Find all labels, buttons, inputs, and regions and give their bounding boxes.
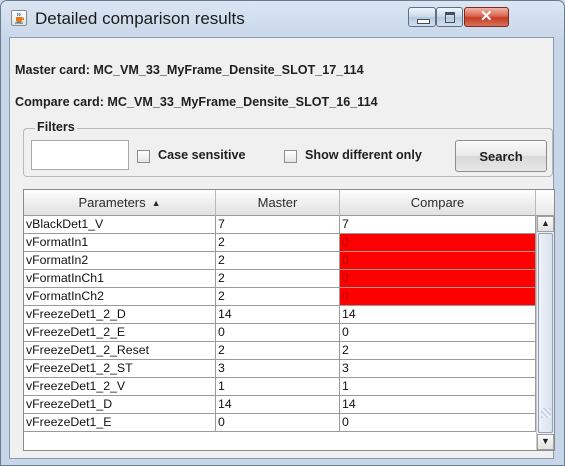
case-sensitive-label[interactable]: Case sensitive bbox=[158, 148, 246, 162]
cell-compare[interactable]: 0 bbox=[340, 288, 536, 306]
cell-master[interactable]: 2 bbox=[216, 234, 340, 252]
minimize-button[interactable] bbox=[408, 7, 436, 27]
cell-parameter[interactable]: vFormatInCh2 bbox=[24, 288, 216, 306]
table-row[interactable]: vFormatIn2 2 0 bbox=[24, 252, 536, 270]
filters-legend: Filters bbox=[35, 120, 77, 134]
sort-ascending-icon: ▲ bbox=[151, 198, 161, 208]
cell-compare[interactable]: 0 bbox=[340, 270, 536, 288]
cell-master[interactable]: 2 bbox=[216, 270, 340, 288]
cell-parameter[interactable]: vFreezeDet1_E bbox=[24, 414, 216, 432]
show-different-only-label[interactable]: Show different only bbox=[305, 148, 422, 162]
cell-parameter[interactable]: vFormatIn1 bbox=[24, 234, 216, 252]
cell-compare[interactable]: 7 bbox=[340, 216, 536, 234]
scroll-down-button[interactable]: ▼ bbox=[537, 434, 554, 450]
cell-master[interactable]: 2 bbox=[216, 342, 340, 360]
table-row[interactable]: vFreezeDet1_2_D 14 14 bbox=[24, 306, 536, 324]
maximize-icon bbox=[445, 12, 455, 23]
cell-master[interactable]: 0 bbox=[216, 414, 340, 432]
cell-parameter[interactable]: vFreezeDet1_2_V bbox=[24, 378, 216, 396]
table-row[interactable]: vFreezeDet1_D 14 14 bbox=[24, 396, 536, 414]
table-row[interactable]: vFormatInCh2 2 0 bbox=[24, 288, 536, 306]
scroll-up-arrow-icon: ▲ bbox=[541, 218, 550, 228]
cell-master[interactable]: 7 bbox=[216, 216, 340, 234]
results-table: Parameters ▲ Master Compare vBlackDet1_V 7… bbox=[23, 189, 555, 451]
minimize-icon bbox=[417, 19, 430, 24]
case-sensitive-checkbox[interactable] bbox=[137, 150, 150, 163]
java-cup-icon bbox=[11, 10, 27, 26]
comparison-window: Detailed comparison results ✕ Master car… bbox=[0, 0, 565, 466]
cell-compare[interactable]: 14 bbox=[340, 306, 536, 324]
cell-parameter[interactable]: vFormatIn2 bbox=[24, 252, 216, 270]
cell-compare[interactable]: 0 bbox=[340, 414, 536, 432]
column-header-parameters-label: Parameters bbox=[78, 195, 146, 210]
scrollbar-grip bbox=[541, 408, 551, 418]
table-row[interactable]: vFreezeDet1_2_V 1 1 bbox=[24, 378, 536, 396]
cell-master[interactable]: 14 bbox=[216, 306, 340, 324]
cell-compare[interactable]: 14 bbox=[340, 396, 536, 414]
title-bar[interactable]: Detailed comparison results ✕ bbox=[1, 1, 564, 37]
cell-parameter[interactable]: vFreezeDet1_2_ST bbox=[24, 360, 216, 378]
cell-master[interactable]: 3 bbox=[216, 360, 340, 378]
cell-parameter[interactable]: vFreezeDet1_2_Reset bbox=[24, 342, 216, 360]
column-header-parameters[interactable]: Parameters ▲ bbox=[24, 190, 216, 216]
cell-compare[interactable]: 0 bbox=[340, 234, 536, 252]
table-row[interactable]: vFreezeDet1_E 0 0 bbox=[24, 414, 536, 432]
close-icon: ✕ bbox=[480, 8, 493, 25]
scroll-up-button[interactable]: ▲ bbox=[537, 216, 554, 232]
compare-card-label: Compare card: MC_VM_33_MyFrame_Densite_S… bbox=[15, 95, 378, 109]
column-header-master[interactable]: Master bbox=[216, 190, 340, 216]
cell-parameter[interactable]: vFormatInCh1 bbox=[24, 270, 216, 288]
cell-compare[interactable]: 0 bbox=[340, 324, 536, 342]
table-row[interactable]: vFormatIn1 2 0 bbox=[24, 234, 536, 252]
cell-parameter[interactable]: vFreezeDet1_D bbox=[24, 396, 216, 414]
vertical-scrollbar[interactable]: ▲ ▼ bbox=[536, 216, 554, 450]
cell-master[interactable]: 1 bbox=[216, 378, 340, 396]
column-header-compare[interactable]: Compare bbox=[340, 190, 536, 216]
maximize-button[interactable] bbox=[436, 7, 463, 27]
table-row[interactable]: vBlackDet1_V 7 7 bbox=[24, 216, 536, 234]
cell-master[interactable]: 14 bbox=[216, 396, 340, 414]
show-different-only-checkbox[interactable] bbox=[284, 150, 297, 163]
window-title: Detailed comparison results bbox=[35, 9, 245, 28]
scroll-down-arrow-icon: ▼ bbox=[541, 436, 550, 446]
table-row[interactable]: vFreezeDet1_2_ST 3 3 bbox=[24, 360, 536, 378]
cell-compare[interactable]: 2 bbox=[340, 342, 536, 360]
master-card-label: Master card: MC_VM_33_MyFrame_Densite_SL… bbox=[15, 63, 364, 77]
cell-compare[interactable]: 0 bbox=[340, 252, 536, 270]
table-row[interactable]: vFreezeDet1_2_Reset 2 2 bbox=[24, 342, 536, 360]
cell-compare[interactable]: 3 bbox=[340, 360, 536, 378]
cell-parameter[interactable]: vFreezeDet1_2_D bbox=[24, 306, 216, 324]
search-input[interactable] bbox=[31, 140, 129, 170]
search-button[interactable]: Search bbox=[455, 140, 547, 172]
table-body: vBlackDet1_V 7 7 vFormatIn1 2 0 vFormatIn2 2 0 vF… bbox=[24, 216, 536, 432]
close-button[interactable]: ✕ bbox=[464, 7, 509, 27]
cell-master[interactable]: 0 bbox=[216, 324, 340, 342]
table-row[interactable]: vFreezeDet1_2_E 0 0 bbox=[24, 324, 536, 342]
cell-parameter[interactable]: vBlackDet1_V bbox=[24, 216, 216, 234]
cell-master[interactable]: 2 bbox=[216, 288, 340, 306]
table-row[interactable]: vFormatInCh1 2 0 bbox=[24, 270, 536, 288]
cell-compare[interactable]: 1 bbox=[340, 378, 536, 396]
cell-master[interactable]: 2 bbox=[216, 252, 340, 270]
header-corner bbox=[536, 190, 554, 216]
scrollbar-thumb[interactable] bbox=[538, 233, 553, 433]
cell-parameter[interactable]: vFreezeDet1_2_E bbox=[24, 324, 216, 342]
